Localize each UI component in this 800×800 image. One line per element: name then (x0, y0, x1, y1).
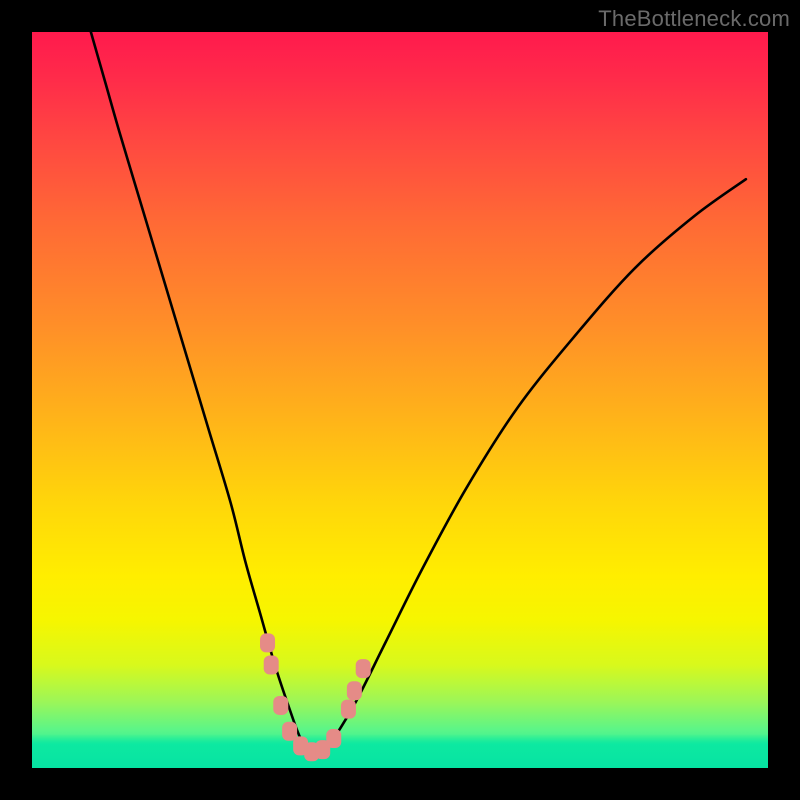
watermark-text: TheBottleneck.com (598, 6, 790, 32)
curve-markers (260, 633, 371, 761)
curve-marker (273, 696, 288, 715)
curve-marker (282, 722, 297, 741)
curve-marker (347, 681, 362, 700)
curve-marker (260, 633, 275, 652)
chart-svg (32, 32, 768, 768)
plot-area (32, 32, 768, 768)
bottleneck-curve (91, 32, 746, 755)
chart-frame: TheBottleneck.com (0, 0, 800, 800)
curve-marker (326, 729, 341, 748)
curve-marker (264, 655, 279, 674)
curve-marker (356, 659, 371, 678)
curve-marker (341, 700, 356, 719)
